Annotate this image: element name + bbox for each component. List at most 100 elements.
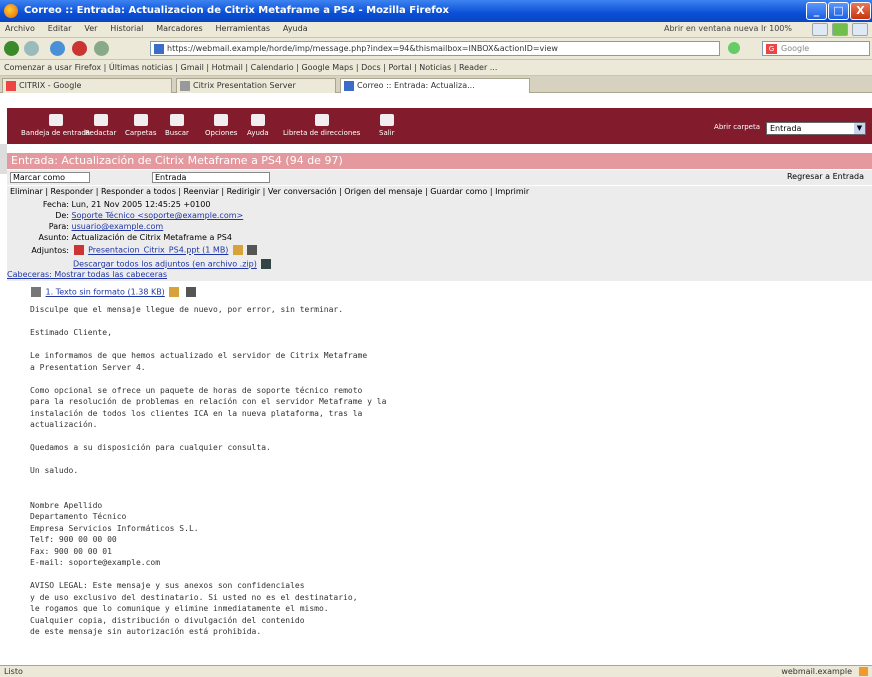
menu-tools[interactable]: Herramientas — [211, 22, 276, 35]
maximize-button[interactable]: □ — [828, 2, 849, 20]
home-icon[interactable] — [94, 41, 109, 56]
body-line: Un saludo. — [30, 466, 79, 475]
toolbar-compose-button[interactable]: Redactar — [85, 114, 116, 137]
header-label: Adjuntos: — [31, 245, 69, 255]
toolbar-inbox-button[interactable]: Bandeja de entrada — [21, 114, 90, 137]
show-all-headers[interactable]: Cabeceras: Mostrar todas las cabeceras — [7, 270, 167, 279]
minimize-button[interactable]: _ — [806, 2, 827, 20]
url-input[interactable]: https://webmail.example/horde/imp/messag… — [150, 41, 720, 56]
header-subject: Asunto: Actualización de Citrix Metafram… — [11, 233, 231, 242]
search-icon — [169, 114, 184, 126]
part-header: 1. Texto sin formato (1.38 KB) — [29, 287, 198, 297]
forward-icon[interactable] — [24, 41, 39, 56]
toolbar-green-icon[interactable] — [832, 23, 848, 36]
menu-bar: Archivo Editar Ver Historial Marcadores … — [0, 22, 872, 38]
tab-label: CITRIX - Google — [19, 81, 82, 90]
attachment-link[interactable]: Presentacion_Citrix_PS4.ppt (1 MB) — [88, 246, 228, 255]
toolbar-extra-icon[interactable] — [812, 23, 828, 36]
button-label: Libreta de direcciones — [283, 129, 361, 137]
header-label: De: — [55, 211, 69, 220]
window-title: Correo :: Entrada: Actualizacion de Citr… — [24, 5, 449, 16]
save-icon[interactable] — [232, 245, 243, 255]
button-label: Carpetas — [125, 129, 157, 137]
chevron-down-icon[interactable]: ▼ — [854, 123, 865, 134]
button-label: Ayuda — [247, 129, 269, 137]
body-line: Nombre Apellido — [30, 500, 103, 510]
tab-webmail[interactable]: Correo :: Entrada: Actualiza... — [340, 78, 530, 93]
go-icon[interactable] — [728, 42, 740, 54]
body-line: le rogamos que lo comunique y elimine in… — [30, 604, 329, 613]
back-to-inbox-link[interactable]: Regresar a Entrada — [787, 172, 864, 181]
site-favicon — [154, 44, 164, 54]
print-icon[interactable] — [246, 245, 257, 255]
message-subject-bar: Entrada: Actualización de Citrix Metafra… — [7, 153, 872, 169]
menu-history[interactable]: Historial — [105, 22, 148, 35]
search-input[interactable]: G Google — [762, 41, 870, 56]
webmail-favicon — [344, 81, 354, 91]
move-to-select[interactable]: Entrada — [152, 172, 270, 183]
tab-label: Correo :: Entrada: Actualiza... — [357, 81, 475, 90]
menu-bookmarks[interactable]: Marcadores — [151, 22, 207, 35]
tab-citrix[interactable]: Citrix Presentation Server — [176, 78, 336, 93]
print-icon[interactable] — [185, 287, 196, 297]
mark-as-select[interactable]: Marcar como — [10, 172, 90, 183]
to-link[interactable]: usuario@example.com — [72, 222, 164, 231]
actions-text[interactable]: Eliminar | Responder | Responder a todos… — [10, 187, 529, 196]
google-favicon — [6, 81, 16, 91]
from-link[interactable]: Soporte Técnico <soporte@example.com> — [72, 211, 244, 220]
button-label: Salir — [379, 129, 395, 137]
show-headers-link[interactable]: Cabeceras: Mostrar todas las cabeceras — [7, 270, 167, 279]
download-all-link[interactable]: Descargar todos los adjuntos (en archivo… — [73, 260, 257, 269]
google-icon: G — [766, 44, 777, 54]
toolbar-search-button[interactable]: Buscar — [165, 114, 189, 137]
message-body: 1. Texto sin formato (1.38 KB) Disculpe … — [7, 281, 872, 665]
message-subject: Entrada: Actualización de Citrix Metafra… — [11, 154, 343, 167]
select-value: Entrada — [770, 124, 802, 133]
header-value: Lun, 21 Nov 2005 12:45:25 +0100 — [71, 200, 211, 209]
security-icon — [859, 667, 868, 676]
message-controls: Marcar como Entrada Regresar a Entrada — [7, 170, 872, 185]
tab-label: Citrix Presentation Server — [193, 81, 296, 90]
status-domain: webmail.example — [781, 667, 852, 676]
button-label: Opciones — [205, 129, 238, 137]
body-line: Estimado Cliente, — [30, 328, 112, 337]
search-placeholder: Google — [781, 44, 810, 53]
webmail-toolbar: Bandeja de entrada Redactar Carpetas Bus… — [7, 108, 872, 144]
tab-bar: CITRIX - Google Citrix Presentation Serv… — [0, 76, 872, 93]
bookmarks-text[interactable]: Comenzar a usar Firefox | Últimas notici… — [4, 63, 497, 72]
bookmarks-toolbar[interactable]: Comenzar a usar Firefox | Últimas notici… — [0, 60, 872, 76]
help-icon — [250, 114, 265, 126]
reload-icon[interactable] — [50, 41, 65, 56]
menu-file[interactable]: Archivo — [0, 22, 40, 35]
zip-icon — [261, 259, 272, 269]
url-text: https://webmail.example/horde/imp/messag… — [167, 44, 558, 53]
tab-google[interactable]: CITRIX - Google — [2, 78, 172, 93]
addressbook-icon — [314, 114, 329, 126]
body-line: AVISO LEGAL: Este mensaje y sus anexos s… — [30, 581, 305, 590]
menu-view[interactable]: Ver — [79, 22, 102, 35]
body-line: Telf: 900 00 00 00 — [30, 535, 117, 544]
body-line: E-mail: soporte@example.com — [30, 558, 161, 567]
close-button[interactable]: X — [850, 2, 871, 20]
open-folder-label: Abrir carpeta — [714, 123, 760, 131]
toolbar-blue-icon[interactable] — [852, 23, 868, 36]
back-icon[interactable] — [4, 41, 19, 56]
message-actions[interactable]: Eliminar | Responder | Responder a todos… — [7, 186, 872, 198]
header-attachments: Adjuntos: Presentacion_Citrix_PS4.ppt (1… — [11, 245, 259, 255]
message-headers: Fecha: Lun, 21 Nov 2005 12:45:25 +0100 D… — [7, 198, 872, 281]
menu-help[interactable]: Ayuda — [278, 22, 313, 35]
body-line: Empresa Servicios Informáticos S.L. — [30, 523, 199, 533]
toolbar-help-button[interactable]: Ayuda — [247, 114, 269, 137]
toolbar-logout-button[interactable]: Salir — [379, 114, 395, 137]
button-label: Bandeja de entrada — [21, 129, 91, 137]
toolbar-folders-button[interactable]: Carpetas — [125, 114, 157, 137]
save-icon[interactable] — [169, 287, 180, 297]
part-link[interactable]: 1. Texto sin formato (1.38 KB) — [46, 288, 165, 297]
body-line: Quedamos a su disposición para cualquier… — [30, 443, 271, 452]
stop-icon[interactable] — [72, 41, 87, 56]
open-folder-select[interactable]: Entrada ▼ — [766, 122, 866, 135]
citrix-favicon — [180, 81, 190, 91]
toolbar-options-button[interactable]: Opciones — [205, 114, 237, 137]
toolbar-addressbook-button[interactable]: Libreta de direcciones — [283, 114, 360, 137]
menu-edit[interactable]: Editar — [43, 22, 77, 35]
